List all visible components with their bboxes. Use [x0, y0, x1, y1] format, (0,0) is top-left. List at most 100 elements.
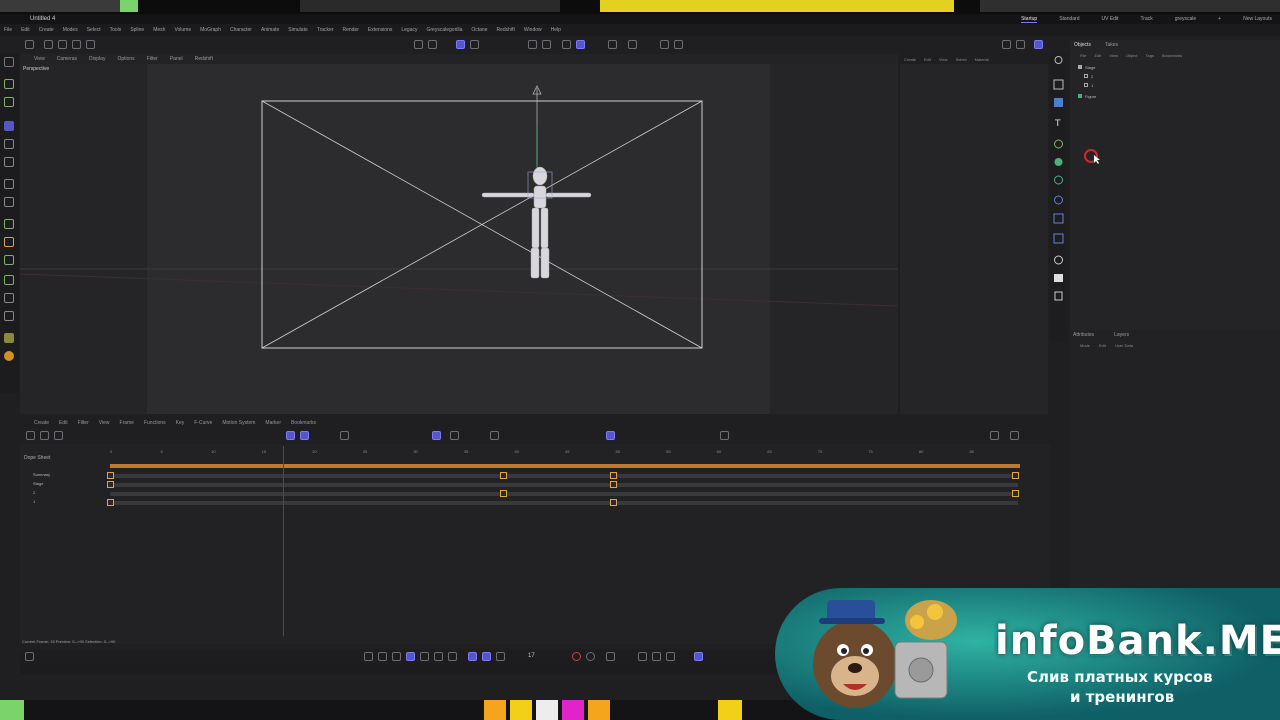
lasso-icon[interactable]: [4, 97, 14, 107]
menu-item[interactable]: Volume: [174, 27, 191, 33]
next-key-icon[interactable]: [434, 652, 443, 661]
3d-viewport[interactable]: Perspective: [20, 64, 898, 414]
loop-range-icon[interactable]: [482, 652, 491, 661]
loop-icon[interactable]: [468, 652, 477, 661]
key-mode-icon[interactable]: [286, 431, 295, 440]
keyframe[interactable]: [1012, 490, 1019, 497]
keyframe[interactable]: [610, 472, 617, 479]
frame-all-icon[interactable]: [340, 431, 349, 440]
playhead[interactable]: [283, 446, 284, 636]
object-menu-item[interactable]: Object: [1126, 53, 1138, 58]
menu-item[interactable]: Redshift: [496, 27, 514, 33]
menu-item[interactable]: Window: [524, 27, 542, 33]
keyframe[interactable]: [107, 499, 114, 506]
snap-settings-icon[interactable]: [4, 333, 14, 343]
menu-item[interactable]: Select: [87, 27, 101, 33]
pla-key-icon[interactable]: [694, 652, 703, 661]
timeline-menu-item[interactable]: Edit: [59, 420, 68, 426]
search-icon[interactable]: [990, 431, 999, 440]
taskbar-tile[interactable]: [536, 700, 558, 720]
timeline-menu-item[interactable]: Motion System: [222, 420, 255, 426]
knife-icon[interactable]: [4, 197, 14, 207]
layout-icon[interactable]: [1002, 40, 1011, 49]
viewport-menu-item[interactable]: Options: [117, 56, 134, 62]
taskbar-tile[interactable]: [562, 700, 584, 720]
layout-icon[interactable]: [1016, 40, 1025, 49]
keyframe[interactable]: [500, 490, 507, 497]
menu-item[interactable]: Tracker: [317, 27, 334, 33]
render-settings-icon[interactable]: [660, 40, 669, 49]
object-menu-item[interactable]: View: [1109, 53, 1118, 58]
attribute-menu-item[interactable]: Mode: [1080, 343, 1090, 348]
timeline-ruler[interactable]: 051015202530354045505560657075808590: [108, 446, 1020, 456]
motion-clip-icon[interactable]: [54, 431, 63, 440]
settings-icon[interactable]: [1010, 431, 1019, 440]
timeline-menu-item[interactable]: F-Curve: [194, 420, 212, 426]
spline-tool-icon[interactable]: [4, 219, 14, 229]
viewport-menu-item[interactable]: Cameras: [57, 56, 77, 62]
keyframe[interactable]: [1012, 472, 1019, 479]
x-axis-icon[interactable]: [44, 40, 53, 49]
go-to-start-icon[interactable]: [364, 652, 373, 661]
keyframe[interactable]: [500, 472, 507, 479]
texture-mode-icon[interactable]: [470, 40, 479, 49]
scale-tool-icon[interactable]: [4, 157, 14, 167]
keyframe-selection-icon[interactable]: [606, 652, 615, 661]
menu-item[interactable]: Legacy: [401, 27, 417, 33]
layout-tab-greyscale[interactable]: greyscale: [1175, 16, 1196, 22]
track-stage-label[interactable]: Stage: [33, 481, 43, 486]
tab-takes[interactable]: Takes: [1105, 42, 1118, 48]
record-icon[interactable]: [572, 652, 581, 661]
tab-objects[interactable]: Objects: [1074, 42, 1091, 48]
document-tab[interactable]: Untitled 4: [30, 16, 55, 22]
track-2-label[interactable]: 2: [33, 490, 35, 495]
render-region-icon[interactable]: [414, 40, 423, 49]
paint-tool-icon[interactable]: [4, 237, 14, 247]
menu-item[interactable]: Help: [551, 27, 561, 33]
menu-item[interactable]: Edit: [21, 27, 30, 33]
scene-menu-item[interactable]: Create: [904, 57, 916, 62]
viewport-menu-item[interactable]: View: [34, 56, 45, 62]
taskbar-tile[interactable]: [0, 700, 24, 720]
menu-item[interactable]: Modes: [63, 27, 78, 33]
object-row[interactable]: Figure: [1078, 92, 1096, 100]
sound-icon[interactable]: [496, 652, 505, 661]
next-frame-icon[interactable]: [420, 652, 429, 661]
menu-item[interactable]: Animate: [261, 27, 279, 33]
layout-tab-uvedit[interactable]: UV Edit: [1101, 16, 1118, 22]
timeline-menu-item[interactable]: Key: [176, 420, 185, 426]
rotate-tool-icon[interactable]: [4, 139, 14, 149]
scene-menu-item[interactable]: Material: [975, 57, 989, 62]
prev-frame-icon[interactable]: [392, 652, 401, 661]
keyframe[interactable]: [610, 481, 617, 488]
search-icon[interactable]: [1034, 40, 1043, 49]
dope-sheet-icon[interactable]: [26, 431, 35, 440]
scene-menu-item[interactable]: Edit: [924, 57, 931, 62]
brush-icon[interactable]: [4, 275, 14, 285]
taskbar-tile[interactable]: [718, 700, 742, 720]
menu-item[interactable]: Render: [343, 27, 359, 33]
auto-key-icon[interactable]: [300, 431, 309, 440]
rotation-key-icon[interactable]: [652, 652, 661, 661]
grid-snap-icon[interactable]: [562, 40, 571, 49]
object-menu-item[interactable]: Bookmarks: [1162, 53, 1182, 58]
menu-item[interactable]: Character: [230, 27, 252, 33]
snap-keys-icon[interactable]: [606, 431, 615, 440]
undo-icon[interactable]: [25, 40, 34, 49]
object-menu-item[interactable]: Edit: [1094, 53, 1101, 58]
tab-attributes[interactable]: Attributes: [1073, 332, 1094, 338]
render-view-icon[interactable]: [428, 40, 437, 49]
track-summary-label[interactable]: Summary: [33, 472, 50, 477]
add-layout-button[interactable]: +: [1218, 16, 1221, 22]
layout-tab-track[interactable]: Track: [1140, 16, 1152, 22]
marker-icon[interactable]: [720, 431, 729, 440]
taskbar-tile[interactable]: [510, 700, 532, 720]
scale-key-icon[interactable]: [666, 652, 675, 661]
menu-item[interactable]: Greyscalegorilla: [427, 27, 463, 33]
menu-item[interactable]: Extensions: [368, 27, 392, 33]
tab-layers[interactable]: Layers: [1114, 332, 1129, 338]
magnet-icon[interactable]: [4, 293, 14, 303]
menu-item[interactable]: Octane: [471, 27, 487, 33]
track-1-label[interactable]: 1: [33, 499, 35, 504]
z-axis-icon[interactable]: [72, 40, 81, 49]
